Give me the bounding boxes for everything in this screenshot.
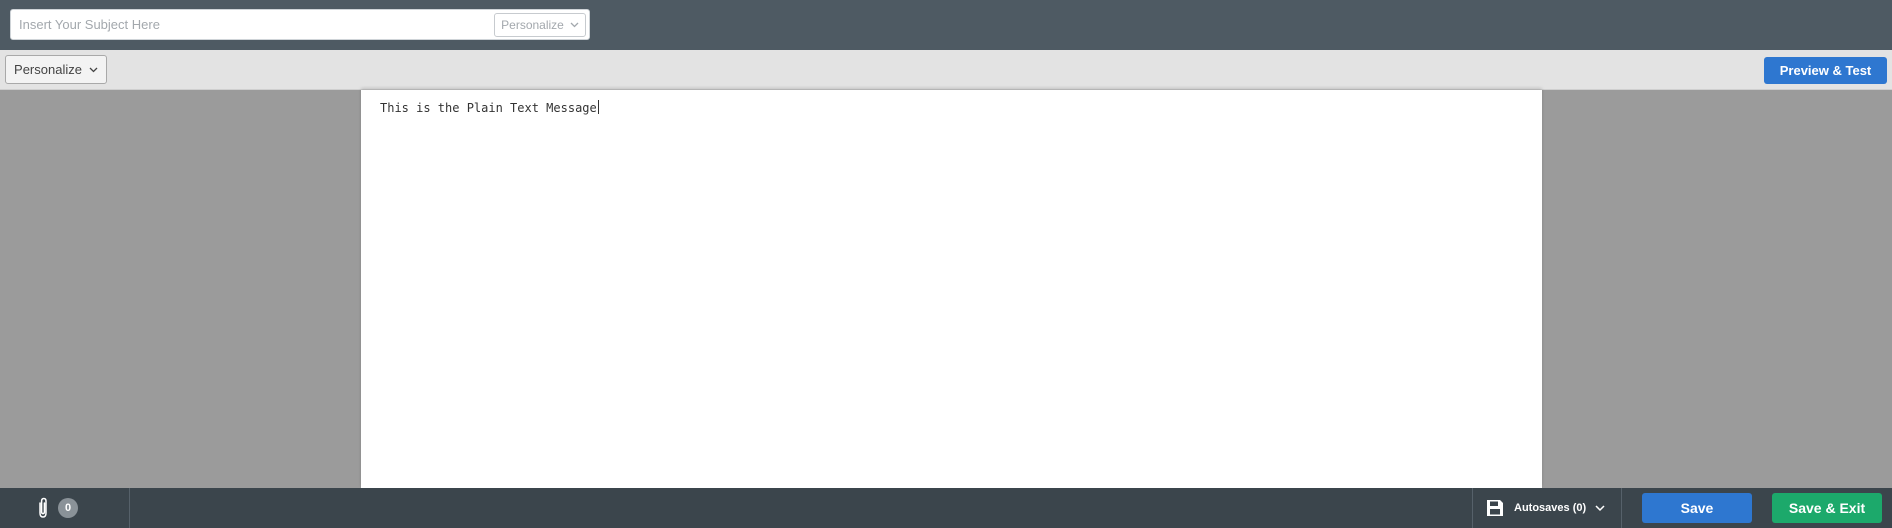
attachments-section[interactable]: 0	[0, 488, 130, 528]
editor-content: This is the Plain Text Message	[380, 101, 597, 115]
preview-test-button[interactable]: Preview & Test	[1764, 57, 1887, 84]
editor-toolbar: Personalize Preview & Test	[0, 50, 1892, 90]
plain-text-editor[interactable]: This is the Plain Text Message	[361, 90, 1542, 488]
editor-text[interactable]: This is the Plain Text Message	[380, 100, 599, 115]
attachment-count-badge: 0	[58, 498, 78, 518]
save-exit-label: Save & Exit	[1788, 500, 1866, 516]
subject-personalize-dropdown[interactable]: Personalize	[494, 13, 586, 37]
save-label: Save	[1680, 500, 1714, 516]
chevron-down-icon	[89, 67, 98, 73]
paperclip-icon	[37, 497, 49, 519]
save-button[interactable]: Save	[1642, 493, 1752, 523]
save-exit-button[interactable]: Save & Exit	[1772, 493, 1882, 523]
floppy-disk-icon	[1485, 498, 1505, 518]
footer-bar: 0 Autosaves (0) Save Save & Exit	[0, 488, 1892, 528]
subject-field: Personalize	[10, 9, 590, 40]
subject-bar: Personalize	[0, 0, 1892, 50]
subject-personalize-label: Personalize	[501, 18, 564, 32]
editor-canvas: This is the Plain Text Message	[0, 90, 1892, 488]
chevron-down-icon	[1595, 504, 1605, 512]
autosaves-label: Autosaves (0)	[1514, 502, 1587, 514]
autosaves-dropdown[interactable]: Autosaves (0)	[1472, 488, 1622, 528]
subject-input[interactable]	[11, 10, 491, 39]
preview-test-label: Preview & Test	[1779, 63, 1872, 78]
text-caret	[597, 100, 599, 114]
personalize-label: Personalize	[14, 62, 82, 77]
chevron-down-icon	[570, 22, 579, 28]
personalize-dropdown[interactable]: Personalize	[5, 55, 107, 84]
